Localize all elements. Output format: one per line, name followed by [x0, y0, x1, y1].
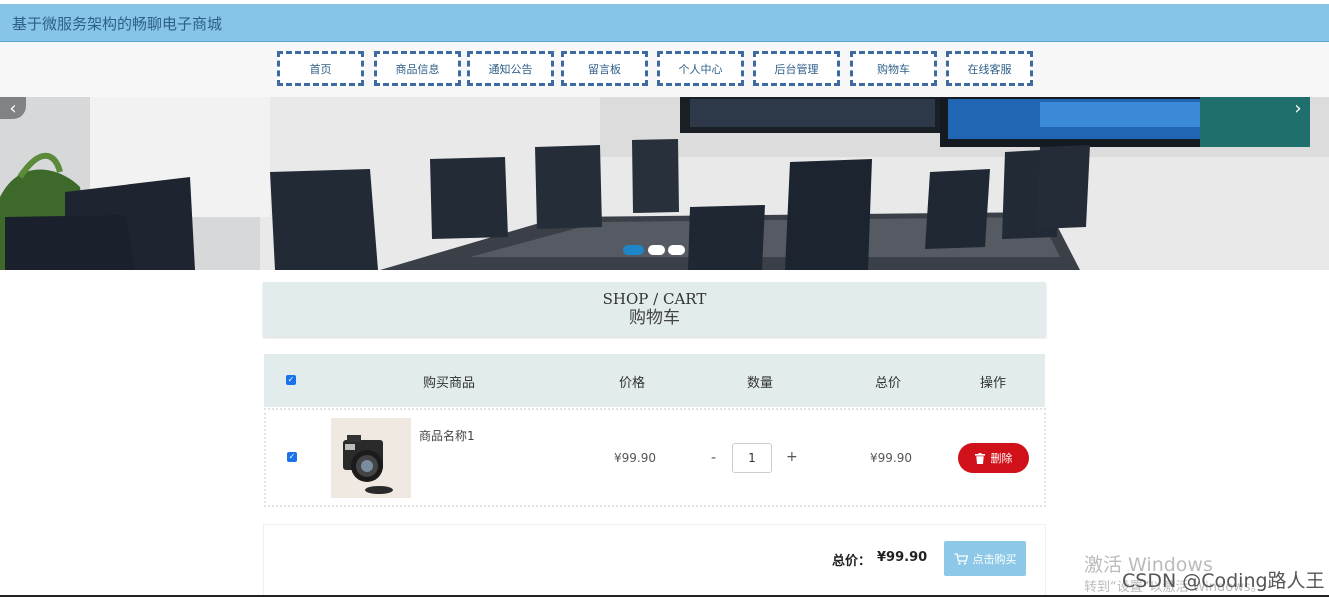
cart-item-row: ✓ 商品名称1 ¥99.90 - 1 + ¥99.90 删除 — [264, 408, 1046, 507]
banner-carousel: ‹ › — [0, 97, 1329, 270]
column-total: 总价 — [874, 376, 902, 391]
banner-image — [0, 97, 1329, 270]
product-image[interactable] — [331, 418, 411, 498]
nav-item-cart[interactable]: 购物车 — [850, 51, 937, 86]
cart-section-header: SHOP / CART 购物车 — [263, 282, 1046, 337]
delete-button[interactable]: 删除 — [958, 443, 1029, 473]
item-checkbox[interactable]: ✓ — [287, 452, 297, 462]
cart-summary: 总价： ¥99.90 点击购买 — [263, 524, 1046, 597]
column-quantity: 数量 — [746, 376, 774, 391]
item-subtotal: ¥99.90 — [870, 451, 912, 465]
main-nav: 首页 商品信息 通知公告 留言板 个人中心 后台管理 购物车 在线客服 — [0, 42, 1329, 97]
nav-item-announcements[interactable]: 通知公告 — [467, 51, 554, 86]
cart-table-header: ✓ 购买商品 价格 数量 总价 操作 — [264, 354, 1045, 407]
nav-item-message-board[interactable]: 留言板 — [561, 51, 648, 86]
select-all-checkbox[interactable]: ✓ — [286, 375, 296, 385]
cart-icon — [954, 552, 968, 565]
quantity-decrease-button[interactable]: - — [711, 450, 716, 466]
chevron-right-icon: › — [1294, 97, 1302, 119]
cart-title-en: SHOP / CART — [602, 290, 707, 308]
item-price: ¥99.90 — [614, 451, 656, 465]
column-product: 购买商品 — [422, 376, 476, 391]
site-header: 基于微服务架构的畅聊电子商城 — [0, 4, 1329, 42]
banner-next-button[interactable]: › — [1285, 97, 1311, 119]
quantity-increase-button[interactable]: + — [786, 449, 798, 465]
nav-item-support[interactable]: 在线客服 — [946, 51, 1033, 86]
nav-item-home[interactable]: 首页 — [277, 51, 364, 86]
delete-label: 删除 — [990, 452, 1013, 465]
trash-icon — [974, 452, 985, 464]
cart-title-cn: 购物车 — [629, 308, 680, 328]
column-action: 操作 — [979, 376, 1007, 391]
site-title: 基于微服务架构的畅聊电子商城 — [12, 15, 223, 33]
nav-item-profile[interactable]: 个人中心 — [657, 51, 744, 86]
camera-image — [331, 418, 411, 498]
buy-button[interactable]: 点击购买 — [944, 541, 1026, 576]
quantity-input[interactable]: 1 — [732, 443, 772, 473]
chevron-left-icon: ‹ — [9, 97, 17, 119]
banner-dot-3[interactable] — [668, 245, 685, 255]
column-price: 价格 — [618, 376, 646, 391]
nav-item-admin[interactable]: 后台管理 — [753, 51, 840, 86]
banner-dot-1[interactable] — [623, 245, 644, 255]
total-value: ¥99.90 — [877, 550, 928, 565]
total-label: 总价： — [832, 554, 872, 569]
product-name[interactable]: 商品名称1 — [419, 427, 475, 444]
banner-dot-2[interactable] — [648, 245, 665, 255]
buy-label: 点击购买 — [972, 552, 1017, 566]
nav-item-products[interactable]: 商品信息 — [374, 51, 461, 86]
csdn-watermark: CSDN @Coding路人王 — [1122, 570, 1325, 592]
